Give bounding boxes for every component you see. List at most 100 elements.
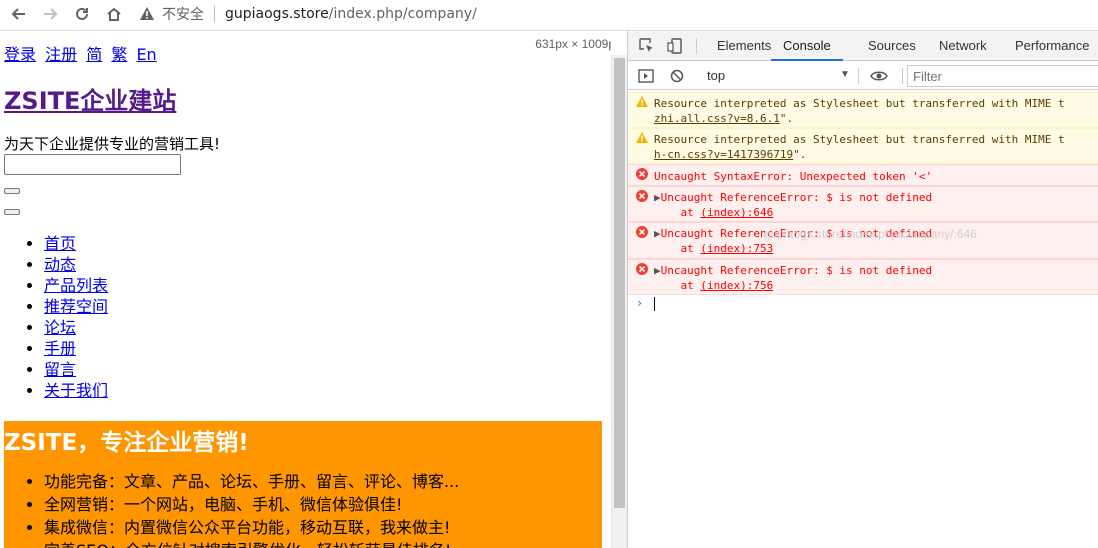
- banner-title: ZSITE，专注企业营销!: [4, 430, 249, 456]
- error-icon: [636, 190, 648, 202]
- message-text: ▶Uncaught ReferenceError: $ is not defin…: [654, 263, 932, 278]
- nav-link-recommended[interactable]: 推荐空间: [44, 297, 108, 316]
- warning-triangle-icon: [140, 7, 154, 20]
- search-button[interactable]: [4, 188, 20, 194]
- nav-item-home: 首页: [44, 233, 108, 254]
- error-text: Uncaught ReferenceError: $ is not define…: [660, 264, 933, 277]
- nav-link-message[interactable]: 留言: [44, 360, 76, 379]
- tab-performance[interactable]: Performance: [1015, 31, 1089, 61]
- site-slogan: 为天下企业提供专业的营销工具!: [4, 135, 221, 153]
- stack-prefix: at: [654, 279, 701, 292]
- back-arrow-icon: [11, 7, 25, 20]
- tab-elements[interactable]: Elements: [717, 31, 771, 61]
- login-link[interactable]: 登录: [4, 45, 36, 64]
- browser-toolbar: 不安全 gupiaogs.store/index.php/company/: [0, 0, 1098, 31]
- stack-frame: at (index):756: [654, 278, 773, 293]
- show-sidebar-button[interactable]: [636, 66, 656, 86]
- nav-item-products: 产品列表: [44, 275, 108, 296]
- forward-arrow-icon: [44, 7, 58, 20]
- nav-link-forum[interactable]: 论坛: [44, 318, 76, 337]
- error-text: Uncaught ReferenceError: $ is not define…: [660, 191, 933, 204]
- tab-sources[interactable]: Sources: [868, 31, 916, 61]
- nav-link-about[interactable]: 关于我们: [44, 381, 108, 400]
- stack-frame: at (index):753: [654, 241, 773, 256]
- message-text: Resource interpreted as Stylesheet but t…: [654, 97, 1065, 110]
- simplified-chinese-link[interactable]: 简: [86, 45, 102, 64]
- expand-triangle-icon[interactable]: ▶: [654, 191, 661, 204]
- console-error-message: Uncaught SyntaxError: Unexpected token '…: [628, 164, 1098, 186]
- banner-feature-item: 全网营销：一个网站，电脑、手机、微信体验俱佳!: [44, 493, 459, 516]
- english-link[interactable]: En: [136, 45, 156, 64]
- home-button[interactable]: [99, 0, 129, 27]
- forward-button[interactable]: [35, 0, 65, 27]
- console-filter-input[interactable]: [907, 65, 1098, 87]
- site-title-link[interactable]: ZSITE企业建站: [4, 87, 176, 115]
- back-button[interactable]: [4, 0, 34, 27]
- clear-ban-icon: [670, 69, 684, 83]
- inspect-cursor-icon: [639, 38, 653, 52]
- message-source: h-cn.css?v=1417396719".: [654, 147, 806, 162]
- devtools-tab-bar: Elements Console Sources Network Perform…: [628, 31, 1098, 61]
- banner-feature-list: 功能完备：文章、产品、论坛、手册、留言、评论、博客... 全网营销：一个网站，电…: [4, 470, 459, 548]
- resource-link[interactable]: zhi.all.css?v=8.6.1: [654, 112, 780, 125]
- error-icon: [636, 226, 648, 238]
- search-input[interactable]: [4, 154, 181, 175]
- stack-prefix: at: [654, 206, 701, 219]
- nav-item-forum: 论坛: [44, 317, 108, 338]
- nav-link-home[interactable]: 首页: [44, 234, 76, 253]
- warning-icon: [636, 132, 648, 143]
- warning-icon: [636, 96, 648, 107]
- insecure-label: 不安全: [162, 6, 204, 23]
- message-tail: ".: [793, 148, 807, 161]
- expand-triangle-icon[interactable]: ▶: [654, 227, 661, 240]
- console-input-caret[interactable]: [654, 297, 655, 311]
- filter-divider: [902, 68, 903, 84]
- reload-button[interactable]: [67, 0, 97, 27]
- tab-bar-divider: [696, 38, 697, 54]
- traditional-chinese-link[interactable]: 繁: [111, 45, 127, 64]
- resource-link[interactable]: h-cn.css?v=1417396719: [654, 148, 793, 161]
- page-viewport: 631px × 1009px 登录 注册 简 繁 En ZSITE企业建站 为天…: [0, 31, 611, 548]
- top-links: 登录 注册 简 繁 En: [4, 41, 161, 65]
- sidebar-toggle-icon: [638, 69, 654, 83]
- device-toolbar-button[interactable]: [665, 36, 685, 56]
- site-title: ZSITE企业建站: [4, 81, 176, 116]
- console-error-message[interactable]: ▶Uncaught ReferenceError: $ is not defin…: [628, 186, 1098, 222]
- banner-feature-item: 集成微信：内置微信公众平台功能，移动互联，我来做主!: [44, 516, 459, 539]
- tab-network[interactable]: Network: [939, 31, 987, 61]
- tab-console[interactable]: Console: [771, 31, 843, 61]
- page-scrollbar[interactable]: [611, 55, 627, 548]
- nav-item-manual: 手册: [44, 338, 108, 359]
- inspect-element-button[interactable]: [637, 36, 657, 56]
- eye-icon: [870, 71, 888, 81]
- url-path: /index.php/company/: [328, 5, 477, 22]
- feature-banner: ZSITE，专注企业营销! 功能完备：文章、产品、论坛、手册、留言、评论、博客.…: [4, 421, 602, 548]
- viewport-dimensions: 631px × 1009px: [535, 37, 611, 51]
- expand-triangle-icon[interactable]: ▶: [654, 264, 661, 277]
- console-error-message[interactable]: ▶Uncaught ReferenceError: $ is not defin…: [628, 259, 1098, 295]
- address-bar[interactable]: 不安全 gupiaogs.store/index.php/company/: [140, 0, 477, 27]
- source-location-link[interactable]: (index):756: [700, 279, 773, 292]
- error-icon: [636, 168, 648, 180]
- nav-item-message: 留言: [44, 359, 108, 380]
- clear-console-button[interactable]: [667, 66, 687, 86]
- banner-feature-item: 功能完备：文章、产品、论坛、手册、留言、评论、博客...: [44, 470, 459, 493]
- source-location-link[interactable]: (index):646: [700, 206, 773, 219]
- menu-toggle-button[interactable]: [4, 209, 20, 215]
- message-tail: ".: [779, 112, 794, 125]
- nav-link-news[interactable]: 动态: [44, 255, 76, 274]
- context-dropdown-icon[interactable]: ▼: [840, 69, 850, 80]
- register-link[interactable]: 注册: [45, 45, 77, 64]
- nav-link-products[interactable]: 产品列表: [44, 276, 108, 295]
- stack-frame: at (index):646: [654, 205, 773, 220]
- source-location-link[interactable]: (index):753: [700, 242, 773, 255]
- address-divider: [214, 5, 215, 22]
- error-icon: [636, 263, 648, 275]
- context-selector[interactable]: top: [707, 68, 725, 83]
- nav-link-manual[interactable]: 手册: [44, 339, 76, 358]
- stack-prefix: at: [654, 242, 701, 255]
- live-expression-button[interactable]: [869, 66, 889, 86]
- nav-item-recommended: 推荐空间: [44, 296, 108, 317]
- reload-icon: [76, 7, 88, 20]
- page-scrollbar-thumb[interactable]: [614, 58, 625, 508]
